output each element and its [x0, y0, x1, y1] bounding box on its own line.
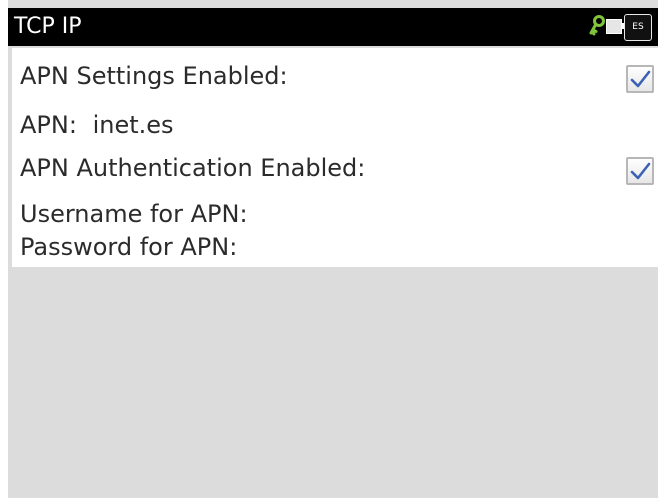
password-label: Password for APN: — [20, 233, 238, 261]
username-row[interactable]: Username for APN: — [20, 198, 256, 230]
checkmark-icon — [630, 162, 651, 180]
apn-authentication-enabled-label: APN Authentication Enabled: — [20, 154, 366, 182]
apn-settings-enabled-label: APN Settings Enabled: — [20, 62, 288, 90]
apn-settings-enabled-checkbox[interactable] — [626, 65, 654, 93]
language-badge[interactable]: ES — [624, 14, 652, 41]
empty-area — [8, 267, 658, 498]
screen-title: TCP IP — [14, 14, 82, 39]
status-icons: ES — [568, 12, 658, 42]
apn-row: APN: inet.es — [20, 109, 174, 141]
apn-settings-enabled-row[interactable]: APN Settings Enabled: — [20, 60, 288, 92]
device-screen: TCP IP ES APN Settings Enabled: APN: ine… — [8, 0, 658, 498]
username-label: Username for APN: — [20, 200, 248, 228]
key-icon — [588, 15, 606, 37]
apn-field[interactable]: inet.es — [93, 111, 174, 139]
apn-label: APN: — [20, 111, 77, 139]
battery-icon — [606, 19, 625, 34]
title-bar: TCP IP ES — [8, 8, 658, 46]
checkmark-icon — [630, 70, 651, 88]
apn-authentication-enabled-checkbox[interactable] — [626, 157, 654, 185]
tcpip-settings-panel: APN Settings Enabled: APN: inet.es APN A… — [12, 48, 658, 267]
password-row[interactable]: Password for APN: — [20, 231, 245, 263]
apn-authentication-enabled-row[interactable]: APN Authentication Enabled: — [20, 152, 365, 184]
